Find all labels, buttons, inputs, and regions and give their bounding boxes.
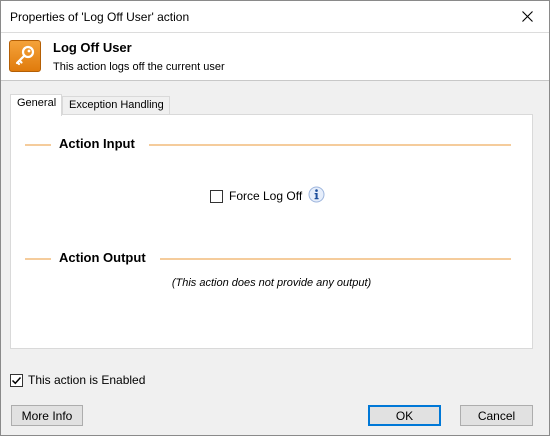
info-icon[interactable] — [308, 186, 325, 203]
tab-exception-handling[interactable]: Exception Handling — [62, 96, 170, 115]
section-divider — [25, 258, 51, 260]
force-log-off-row[interactable]: Force Log Off — [210, 188, 302, 204]
action-enabled-checkbox[interactable] — [10, 373, 23, 387]
action-description: This action logs off the current user — [53, 61, 225, 73]
title-bar: Properties of 'Log Off User' action — [1, 1, 549, 32]
more-info-button[interactable]: More Info — [11, 405, 83, 426]
tab-general[interactable]: General — [10, 94, 62, 116]
no-output-message: (This action does not provide any output… — [171, 277, 372, 289]
force-log-off-label[interactable]: Force Log Off — [229, 189, 302, 203]
action-enabled-row[interactable]: This action is Enabled — [10, 373, 145, 387]
close-button[interactable] — [505, 1, 549, 32]
action-enabled-label[interactable]: This action is Enabled — [28, 373, 145, 387]
close-icon — [521, 11, 533, 22]
cancel-button[interactable]: Cancel — [460, 405, 533, 426]
key-icon — [9, 40, 41, 72]
action-output-section: Action Output — [25, 249, 511, 269]
general-panel: Action Input Force Log Off Action Output… — [10, 114, 533, 349]
section-divider — [160, 258, 511, 260]
action-header: Log Off User This action logs off the cu… — [1, 32, 549, 81]
properties-dialog: Properties of 'Log Off User' action Log … — [0, 0, 550, 436]
action-output-heading: Action Output — [59, 250, 146, 265]
action-title: Log Off User — [53, 40, 132, 55]
action-input-section: Action Input — [25, 135, 511, 155]
action-input-heading: Action Input — [59, 136, 135, 151]
ok-button[interactable]: OK — [368, 405, 441, 426]
section-divider — [25, 144, 51, 146]
checkmark-icon — [11, 376, 22, 384]
window-title: Properties of 'Log Off User' action — [10, 10, 190, 24]
force-log-off-checkbox[interactable] — [210, 189, 223, 203]
section-divider — [149, 144, 511, 146]
